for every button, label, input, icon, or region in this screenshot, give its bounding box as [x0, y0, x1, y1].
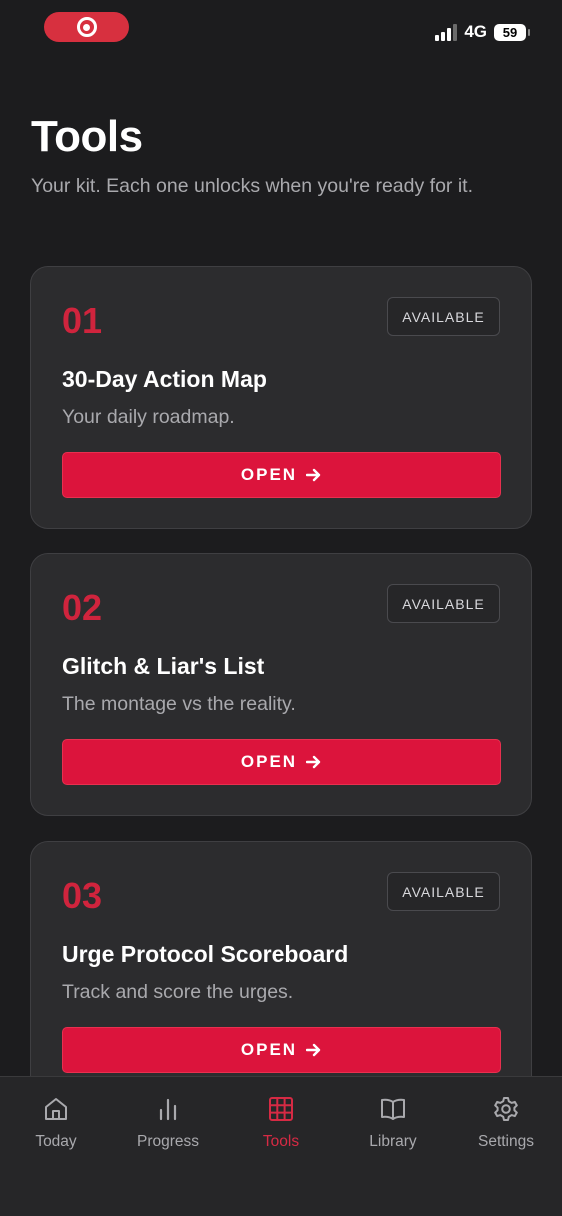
tool-title: 30-Day Action Map — [62, 366, 267, 392]
tab-label: Library — [369, 1133, 417, 1150]
open-button-label: OPEN — [240, 752, 298, 771]
open-tool-button[interactable]: OPEN — [62, 739, 501, 785]
tool-number: 02 — [62, 587, 103, 628]
gear-icon — [494, 1097, 518, 1121]
screen-recording-indicator[interactable] — [44, 12, 129, 42]
arrow-right-icon — [306, 468, 321, 482]
status-badge: AVAILABLE — [387, 297, 500, 336]
bottom-tab-bar: Today Progress Tools Library Settings — [0, 1076, 562, 1216]
open-tool-button[interactable]: OPEN — [62, 452, 501, 498]
tool-card: 03 AVAILABLE Urge Protocol Scoreboard Tr… — [30, 841, 532, 1104]
arrow-right-icon — [306, 755, 321, 769]
tab-label: Settings — [477, 1133, 534, 1150]
cellular-signal-icon — [435, 23, 458, 41]
tool-title: Urge Protocol Scoreboard — [62, 941, 349, 967]
tab-today[interactable]: Today — [0, 1095, 112, 1151]
arrow-right-icon — [306, 1043, 321, 1057]
status-bar: 4G 59 — [0, 0, 562, 60]
tool-description: Your daily roadmap. — [62, 406, 235, 428]
status-indicators: 4G 59 — [435, 20, 530, 44]
tab-settings[interactable]: Settings — [450, 1095, 562, 1151]
tab-label: Tools — [262, 1133, 300, 1150]
tools-screen: 4G 59 Tools Your kit. Each one unlocks w… — [0, 0, 562, 1216]
tool-title: Glitch & Liar's List — [62, 653, 265, 679]
page-title: Tools — [31, 112, 143, 161]
tab-tools[interactable]: Tools — [225, 1095, 337, 1151]
book-icon — [381, 1098, 405, 1120]
bar-chart-icon — [159, 1098, 177, 1121]
battery-icon: 59 — [494, 23, 530, 41]
open-button-label: OPEN — [240, 465, 298, 484]
grid-icon — [269, 1097, 293, 1121]
status-badge: AVAILABLE — [387, 584, 500, 623]
tool-card: 01 AVAILABLE 30-Day Action Map Your dail… — [30, 266, 532, 529]
record-icon — [76, 17, 97, 37]
tab-progress[interactable]: Progress — [112, 1095, 224, 1151]
open-tool-button[interactable]: OPEN — [62, 1027, 501, 1073]
status-badge: AVAILABLE — [387, 872, 500, 911]
home-icon — [45, 1098, 67, 1120]
tool-description: Track and score the urges. — [62, 981, 294, 1003]
tool-description: The montage vs the reality. — [62, 693, 296, 715]
open-button-label: OPEN — [240, 1040, 298, 1059]
tab-label: Progress — [136, 1133, 200, 1150]
tab-label: Today — [35, 1133, 77, 1150]
tool-number: 03 — [62, 875, 103, 916]
page-subtitle: Your kit. Each one unlocks when you're r… — [31, 175, 473, 197]
tab-library[interactable]: Library — [337, 1095, 449, 1151]
network-type: 4G — [464, 22, 487, 41]
tool-number: 01 — [62, 300, 103, 341]
tool-card: 02 AVAILABLE Glitch & Liar's List The mo… — [30, 553, 532, 816]
